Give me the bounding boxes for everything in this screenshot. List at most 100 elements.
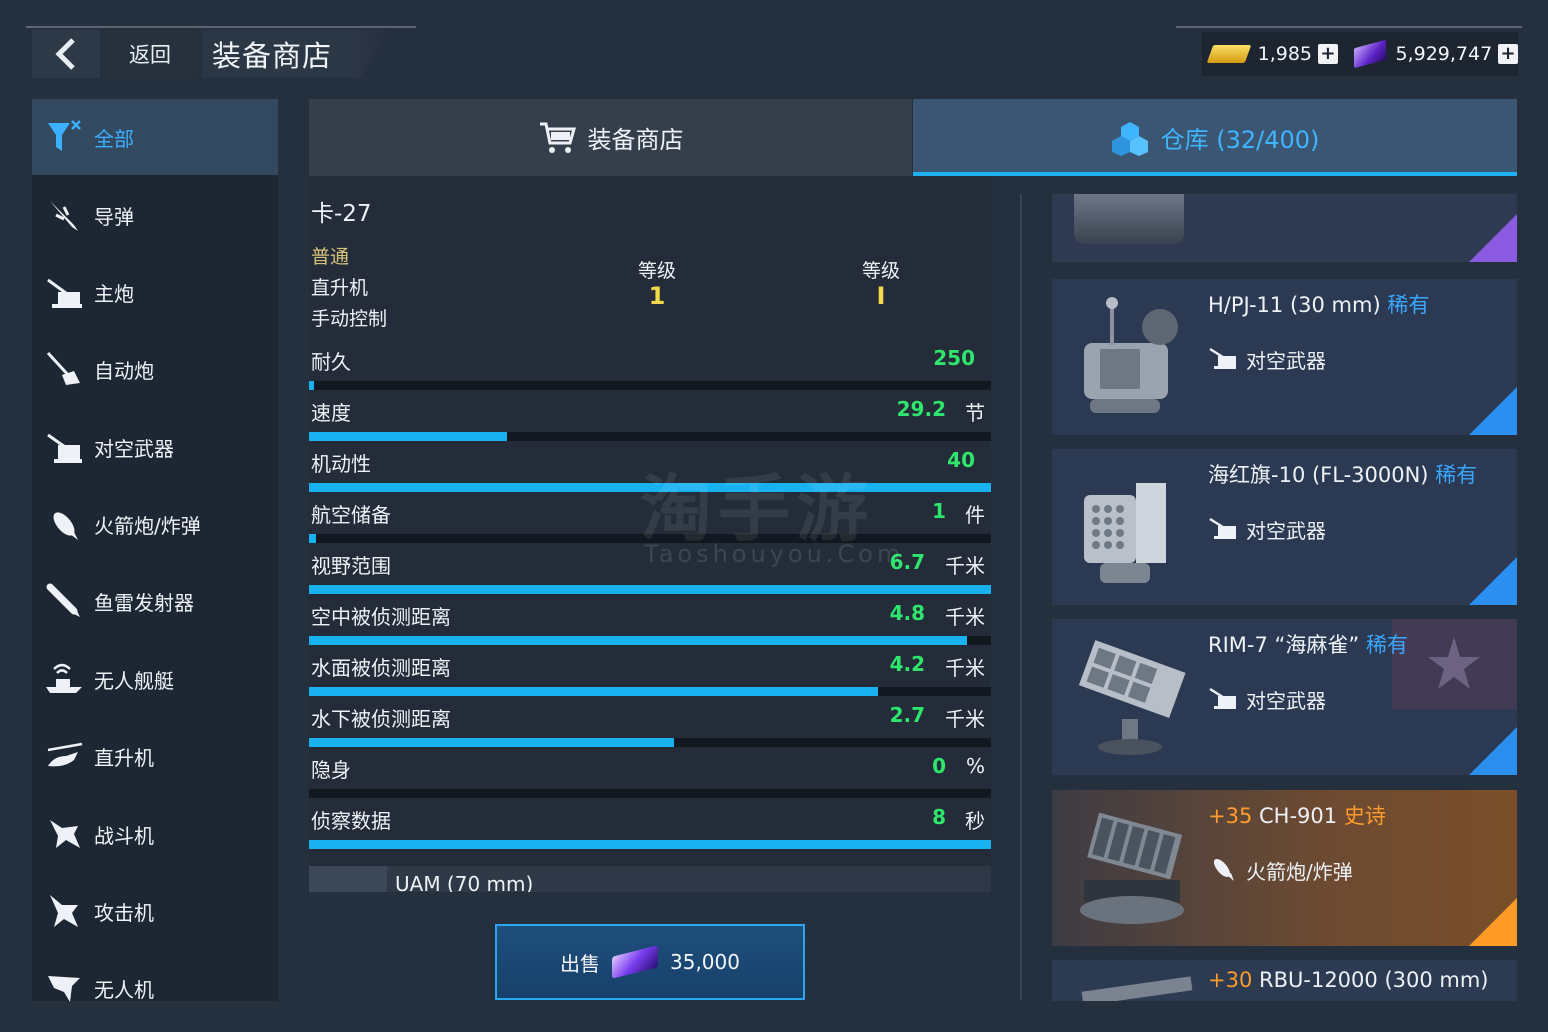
stat-label: 机动性 — [311, 452, 371, 476]
gold-icon — [1206, 45, 1251, 63]
sidebar-item-drone-boat[interactable]: 无人舰艇 — [32, 641, 278, 717]
chevron-left-icon — [55, 38, 75, 70]
sidebar-item-label: 对空武器 — [94, 436, 174, 461]
gem-icon — [612, 945, 658, 979]
stat-bar-fill — [309, 687, 879, 696]
sell-button[interactable]: 出售 35,000 — [495, 924, 805, 1000]
stat-value: 4.8 — [889, 601, 925, 625]
panel-divider — [1020, 194, 1022, 1000]
stat-label: 水面被侦测距离 — [311, 656, 451, 680]
tab-equipment-store[interactable]: 装备商店 — [309, 99, 912, 176]
page-title: 装备商店 — [202, 30, 388, 78]
sub-weapon-name: UAM (70 mm) — [395, 872, 534, 892]
warehouse-item-card[interactable] — [1052, 194, 1517, 262]
item-name-row: H/PJ-11 (30 mm) 稀有 — [1208, 289, 1429, 319]
rocket-bomb-icon — [1213, 858, 1234, 881]
item-thumbnail — [1080, 812, 1184, 924]
warehouse-item-card[interactable]: RIM-7 “海麻雀” 稀有 对空武器 — [1052, 619, 1517, 775]
equipment-control: 手动控制 — [311, 308, 388, 330]
top-divider-line-right — [1176, 26, 1522, 28]
add-gem-button[interactable]: + — [1498, 44, 1518, 64]
item-prefix: +30 — [1208, 968, 1253, 992]
stat-unit: 千米 — [945, 656, 985, 680]
sidebar-item-uav[interactable]: 无人机 — [32, 950, 278, 1026]
item-thumbnail — [1078, 640, 1186, 755]
sidebar-item-missile[interactable]: 导弹 — [32, 177, 278, 253]
stat-label: 水下被侦测距离 — [311, 707, 451, 731]
item-prefix: +35 — [1208, 804, 1253, 828]
stat-bar — [309, 840, 991, 849]
item-name: CH-901 — [1259, 804, 1338, 828]
item-type: 对空武器 — [1246, 519, 1326, 543]
stat-bar-fill — [309, 585, 991, 594]
level-label: 等级 — [637, 260, 676, 282]
tab-warehouse[interactable]: 仓库 (32/400) — [913, 99, 1517, 176]
sidebar-item-label: 主炮 — [94, 281, 134, 306]
stat-value: 8 — [932, 805, 946, 829]
rarity-stripe — [1469, 557, 1517, 605]
sidebar-item-label: 自动炮 — [94, 358, 154, 383]
back-button[interactable] — [32, 30, 100, 78]
anti-air-icon — [42, 425, 86, 469]
item-type: 对空武器 — [1246, 689, 1326, 713]
currency-bar: 1,985 + 5,929,747 + — [1202, 32, 1518, 76]
tab-store-label: 装备商店 — [587, 126, 684, 154]
sidebar-item-main-gun[interactable]: 主炮 — [32, 254, 278, 330]
sidebar-item-label: 战斗机 — [94, 823, 154, 848]
item-name-row: +35 CH-901 史诗 — [1208, 800, 1386, 830]
sidebar-item-autocannon[interactable]: 自动炮 — [32, 331, 278, 407]
torpedo-icon — [42, 579, 86, 623]
warehouse-item-card[interactable]: +30 RBU-12000 (300 mm) — [1052, 960, 1517, 1001]
stat-bar-fill — [309, 636, 968, 645]
item-thumbnail — [1084, 297, 1178, 413]
sidebar-item-torpedo[interactable]: 鱼雷发射器 — [32, 563, 278, 639]
rarity-stripe — [1469, 727, 1517, 775]
stat-value: 2.7 — [889, 703, 925, 727]
warehouse-item-card[interactable]: +35 CH-901 史诗 火箭炮/炸弹 — [1052, 790, 1517, 946]
stat-unit: % — [965, 754, 985, 778]
warehouse-item-card[interactable]: H/PJ-11 (30 mm) 稀有 对空武器 — [1052, 279, 1517, 435]
sidebar-item-anti-air[interactable]: 对空武器 — [32, 409, 278, 485]
warehouse-item-card[interactable]: 海红旗-10 (FL-3000N) 稀有 对空武器 — [1052, 449, 1517, 605]
sidebar-item-label: 攻击机 — [94, 900, 154, 925]
stat-value: 1 — [932, 499, 946, 523]
rarity-stripe — [1469, 387, 1517, 435]
missile-icon — [42, 193, 86, 237]
gold-amount: 1,985 — [1257, 43, 1313, 65]
stat-value: 0 — [932, 754, 946, 778]
tier-value: I — [876, 282, 886, 310]
stat-value: 250 — [933, 346, 975, 370]
tier-label: 等级 — [861, 260, 900, 282]
autocannon-icon — [42, 347, 86, 391]
sidebar-item-attack-plane[interactable]: 攻击机 — [32, 873, 278, 949]
stat-bar-fill — [309, 840, 991, 849]
item-rarity: 史诗 — [1343, 804, 1386, 828]
sidebar-item-all[interactable]: 全部 — [32, 99, 278, 175]
item-rarity: 稀有 — [1387, 293, 1430, 317]
back-label[interactable]: 返回 — [104, 30, 196, 78]
cart-icon — [539, 122, 576, 153]
add-gold-button[interactable]: + — [1318, 44, 1338, 64]
stat-value: 40 — [947, 448, 975, 472]
fighter-icon — [42, 812, 86, 856]
sidebar-item-label: 直升机 — [94, 745, 154, 770]
stat-bar-fill — [309, 738, 674, 747]
sidebar-item-label: 导弹 — [94, 204, 134, 229]
sell-price: 35,000 — [670, 950, 740, 974]
stat-label: 视野范围 — [311, 554, 391, 578]
stat-value: 29.2 — [896, 397, 946, 421]
sub-weapon-row[interactable]: UAM (70 mm) — [309, 866, 991, 892]
item-type: 对空武器 — [1246, 349, 1326, 373]
stat-bar — [309, 432, 991, 441]
boxes-icon — [1111, 121, 1148, 156]
stat-unit: 节 — [965, 401, 985, 425]
item-name: 海红旗-10 (FL-3000N) — [1208, 463, 1429, 487]
stat-label: 侦察数据 — [311, 809, 391, 833]
item-thumbnail — [1074, 194, 1184, 244]
sidebar-item-fighter[interactable]: 战斗机 — [32, 796, 278, 872]
category-sidebar: 全部 导弹 主炮 自动炮 对空武器 火箭炮/炸弹 鱼雷发射器 无人舰艇 直升机 … — [32, 99, 278, 1002]
sidebar-item-rocket-bomb[interactable]: 火箭炮/炸弹 — [32, 486, 278, 562]
stat-unit: 千米 — [945, 554, 985, 578]
sidebar-item-label: 全部 — [94, 126, 134, 151]
sidebar-item-helicopter[interactable]: 直升机 — [32, 718, 278, 794]
